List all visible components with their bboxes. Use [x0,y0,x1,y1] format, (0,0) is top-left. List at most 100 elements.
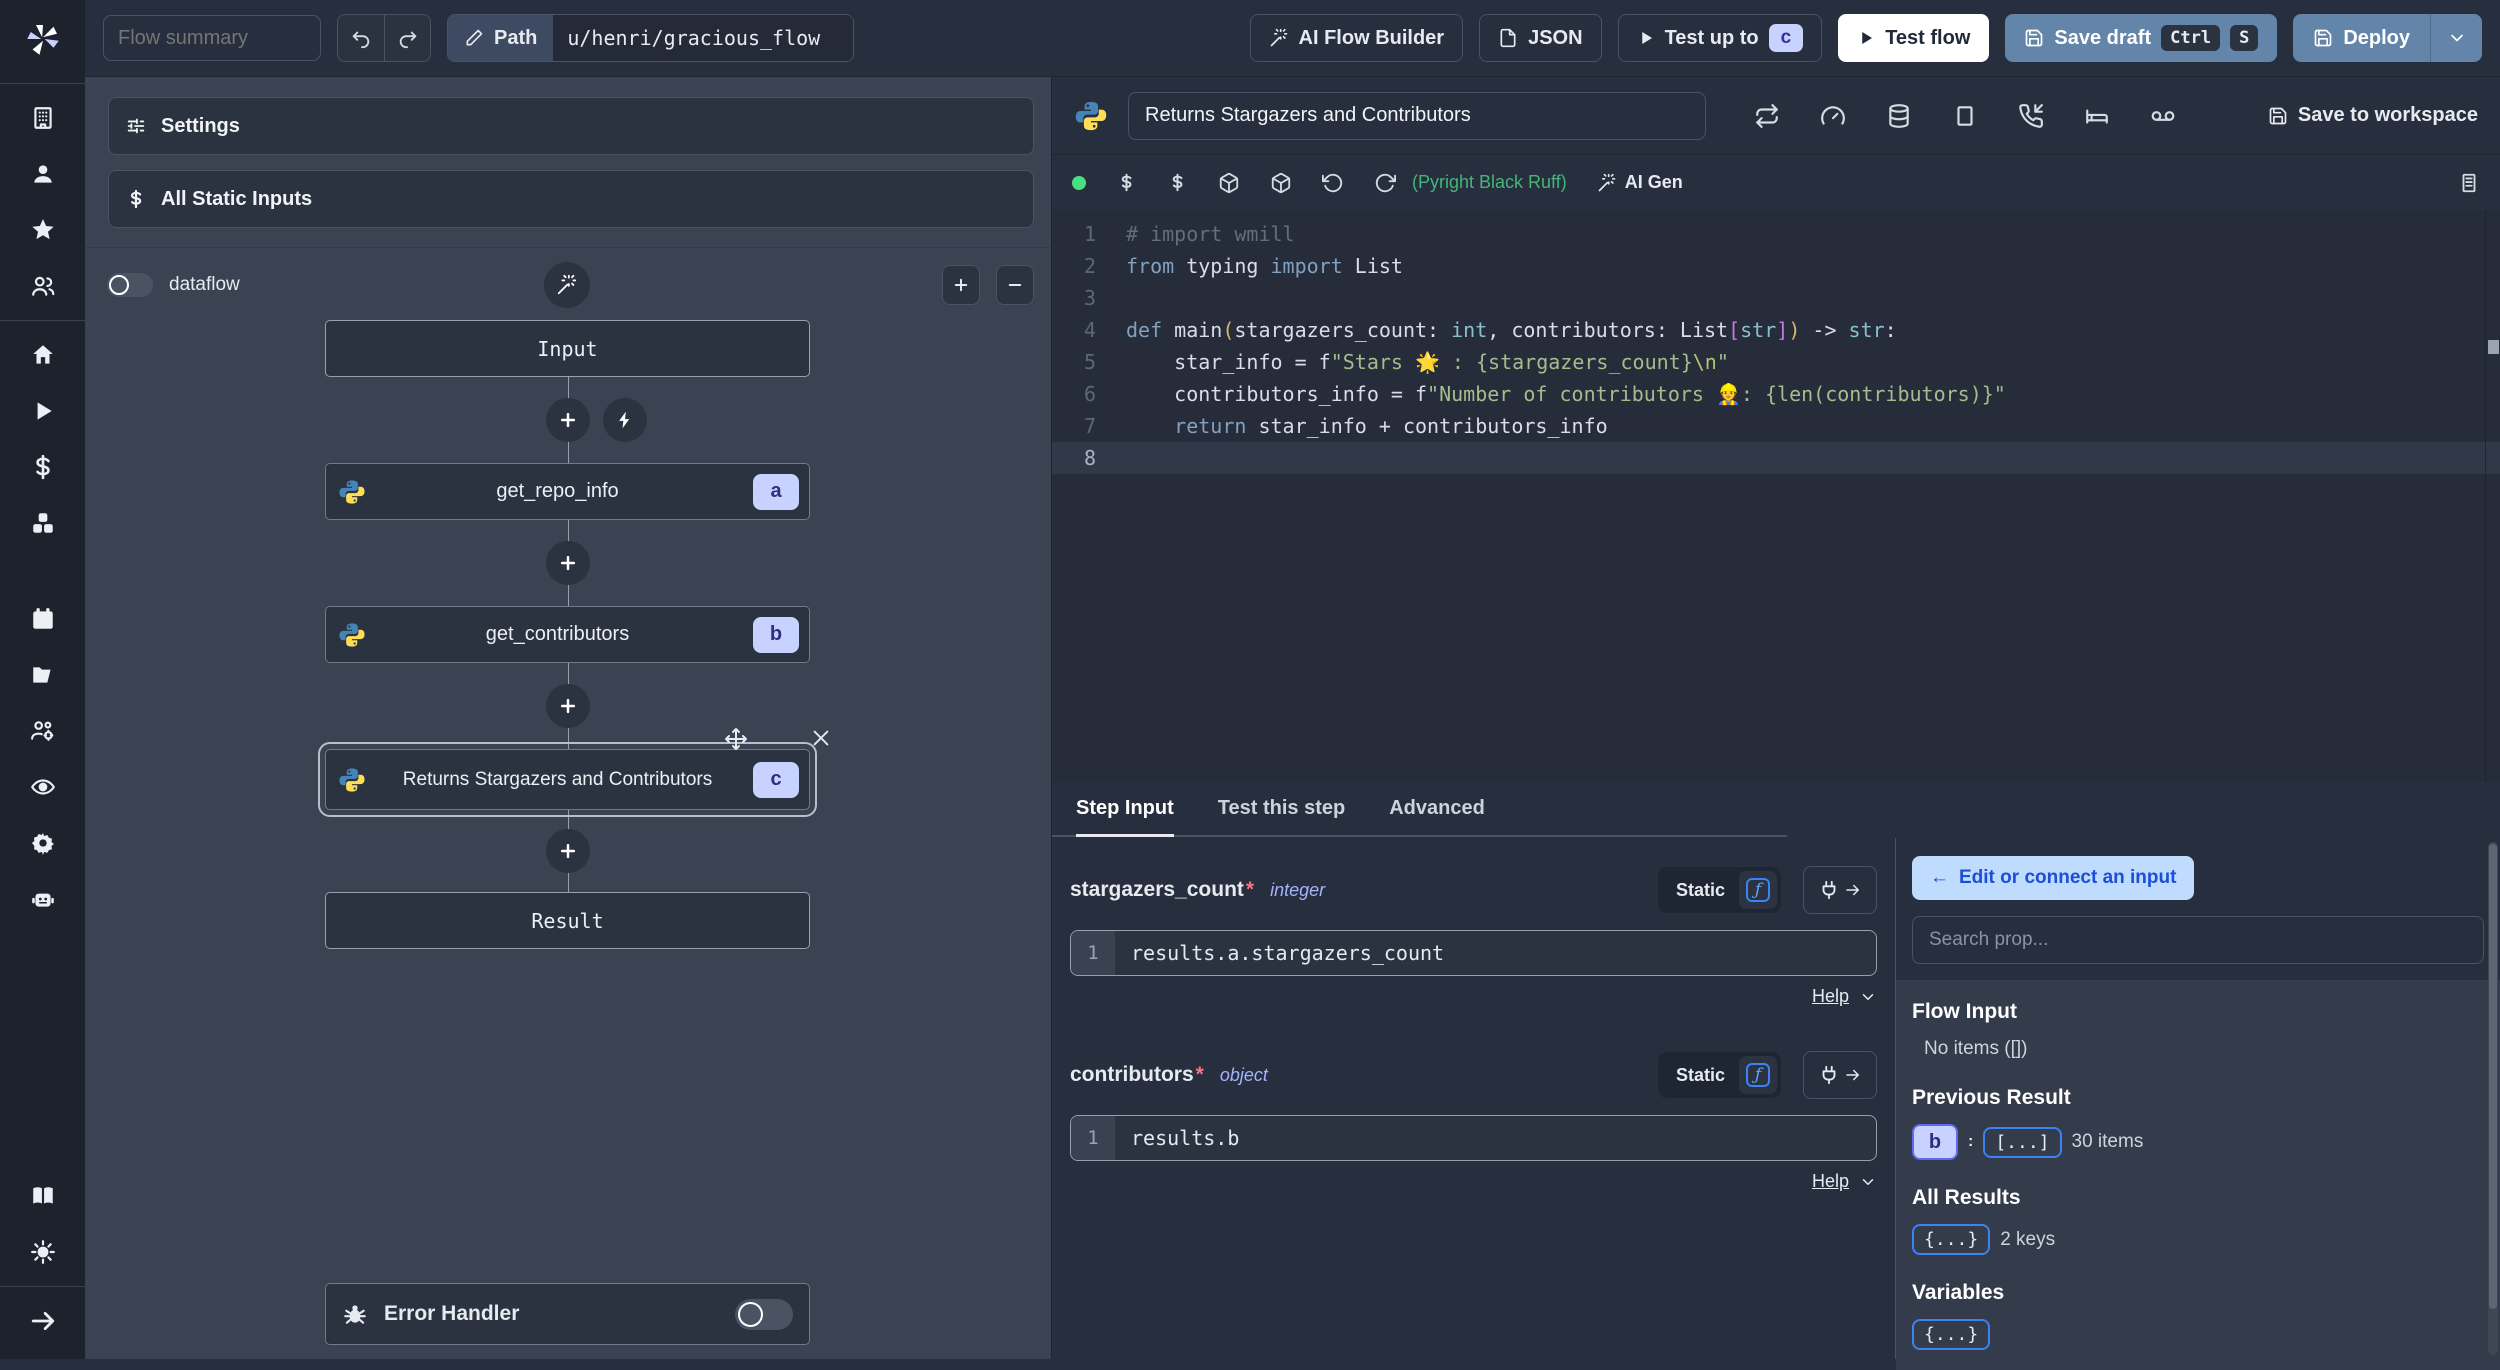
help-link[interactable]: Help [1812,1171,1849,1192]
audit-eye-icon[interactable] [0,759,85,815]
ai-gen-button[interactable]: AI Gen [1597,172,1683,193]
flow-summary-input[interactable] [103,15,321,61]
early-stop-gauge-icon[interactable] [1820,103,1846,129]
collapsed-object-badge[interactable]: {...} [1912,1319,1990,1350]
connect-input-plug-button[interactable] [1803,1051,1877,1099]
code-editor[interactable]: 1# import wmill2from typing import List3… [1052,210,2500,782]
graph-node-result[interactable]: Result [325,892,810,949]
all-static-inputs-button[interactable]: All Static Inputs [108,170,1034,228]
step-title-input[interactable] [1128,92,1706,140]
graph-node-step-c[interactable]: Returns Stargazers and Contributors c [325,749,810,810]
deploy-dropdown-button[interactable] [2430,14,2482,62]
deploy-button[interactable]: Deploy [2293,14,2430,62]
ai-builder-wand-button[interactable] [544,262,590,308]
editor-scrollbar[interactable] [2485,210,2500,782]
add-step-button[interactable] [546,398,590,442]
help-link[interactable]: Help [1812,986,1849,1007]
connect-input-plug-button[interactable] [1803,866,1877,914]
test-flow-button[interactable]: Test flow [1838,14,1989,62]
error-handler-toggle[interactable] [735,1299,793,1330]
code-line[interactable]: 6 contributors_info = f"Number of contri… [1052,378,2500,410]
code-assistants-label[interactable]: (Pyright Black Ruff) [1412,172,1567,193]
sleep-bed-icon[interactable] [2084,103,2110,129]
collapsed-array-badge[interactable]: [...] [1983,1127,2061,1158]
path-control[interactable]: Path [447,14,854,62]
edit-or-connect-input-button[interactable]: ← Edit or connect an input [1912,856,2194,900]
undo-button[interactable] [338,15,384,61]
package-icon[interactable] [1270,172,1292,194]
retries-repeat-icon[interactable] [1754,103,1780,129]
code-line[interactable]: 3 [1052,282,2500,314]
suspend-square-icon[interactable] [1952,103,1978,129]
workspace-icon[interactable] [0,90,85,146]
graph-node-input[interactable]: Input [325,320,810,377]
dataflow-toggle[interactable] [107,273,153,297]
search-prop-input[interactable] [1912,916,2484,964]
resources-boxes-icon[interactable] [0,495,85,551]
code-line[interactable]: 8 [1052,442,2500,474]
zoom-in-button[interactable] [942,265,980,305]
ai-flow-builder-button[interactable]: AI Flow Builder [1250,14,1464,62]
groups-icon[interactable] [0,258,85,314]
graph-node-step-a[interactable]: get_repo_info a [325,463,810,520]
variables-dollar-icon[interactable] [0,439,85,495]
mock-voicemail-icon[interactable] [2150,103,2176,129]
add-step-button[interactable] [546,829,590,873]
add-step-button[interactable] [546,541,590,585]
reload-refresh-icon[interactable] [1374,172,1396,194]
package-icon[interactable] [1218,172,1240,194]
tab-test-this-step[interactable]: Test this step [1218,782,1345,837]
workers-users-gear-icon[interactable] [0,703,85,759]
error-handler-node[interactable]: Error Handler [325,1283,810,1345]
code-line[interactable]: 5 star_info = f"Stars 🌟 : {stargazers_co… [1052,346,2500,378]
theme-sun-icon[interactable] [0,1224,85,1280]
ai-robot-icon[interactable] [0,871,85,927]
runs-play-icon[interactable] [0,383,85,439]
windmill-logo-icon[interactable] [0,0,85,77]
tab-advanced[interactable]: Advanced [1389,782,1485,837]
collapsed-object-badge[interactable]: {...} [1912,1224,1990,1255]
code-line[interactable]: 4def main(stargazers_count: int, contrib… [1052,314,2500,346]
save-to-workspace-button[interactable]: Save to workspace [2268,104,2478,127]
chevron-down-icon[interactable] [1859,1173,1877,1191]
docs-book-icon[interactable] [0,1168,85,1224]
input-mode-toggle[interactable]: Static ƒ [1658,1052,1781,1098]
add-step-button[interactable] [546,684,590,728]
expr-editor-contributors[interactable]: 1 results.b [1070,1115,1877,1161]
user-icon[interactable] [0,146,85,202]
test-up-to-button[interactable]: Test up to c [1618,14,1823,62]
move-step-handle[interactable] [724,727,748,751]
code-line[interactable]: 1# import wmill [1052,218,2500,250]
path-value-input[interactable] [553,15,853,61]
tab-step-input[interactable]: Step Input [1076,782,1174,837]
schedules-calendar-icon[interactable] [0,591,85,647]
script-library-icon[interactable] [2458,172,2480,194]
code-line[interactable]: 7 return star_info + contributors_info [1052,410,2500,442]
favorites-star-icon[interactable] [0,202,85,258]
phone-incoming-icon[interactable] [2018,103,2044,129]
graph-node-step-b[interactable]: get_contributors b [325,606,810,663]
javascript-expr-mode-button[interactable]: ƒ [1739,1056,1777,1094]
reset-rotate-ccw-icon[interactable] [1322,172,1344,194]
result-key-badge[interactable]: b [1912,1124,1958,1160]
javascript-expr-mode-button[interactable]: ƒ [1739,871,1777,909]
code-line[interactable]: 2from typing import List [1052,250,2500,282]
flow-settings-button[interactable]: Settings [108,97,1034,155]
add-trigger-bolt-button[interactable] [603,398,647,442]
input-mode-toggle[interactable]: Static ƒ [1658,867,1781,913]
static-inputs-dollar-icon[interactable] [1116,172,1137,193]
prop-panel-scrollbar[interactable] [2488,842,2498,1355]
save-draft-button[interactable]: Save draft Ctrl S [2005,14,2277,62]
expand-sidebar-arrow-icon[interactable] [0,1293,85,1349]
folders-icon[interactable] [0,647,85,703]
zoom-out-button[interactable] [996,265,1034,305]
delete-step-button[interactable] [810,727,832,749]
home-icon[interactable] [0,327,85,383]
chevron-down-icon[interactable] [1859,988,1877,1006]
variables-dollar-icon[interactable] [1167,172,1188,193]
cache-database-icon[interactable] [1886,103,1912,129]
expr-editor-stargazers[interactable]: 1 results.a.stargazers_count [1070,930,1877,976]
redo-button[interactable] [384,15,430,61]
json-button[interactable]: JSON [1479,14,1601,62]
settings-gear-icon[interactable] [0,815,85,871]
